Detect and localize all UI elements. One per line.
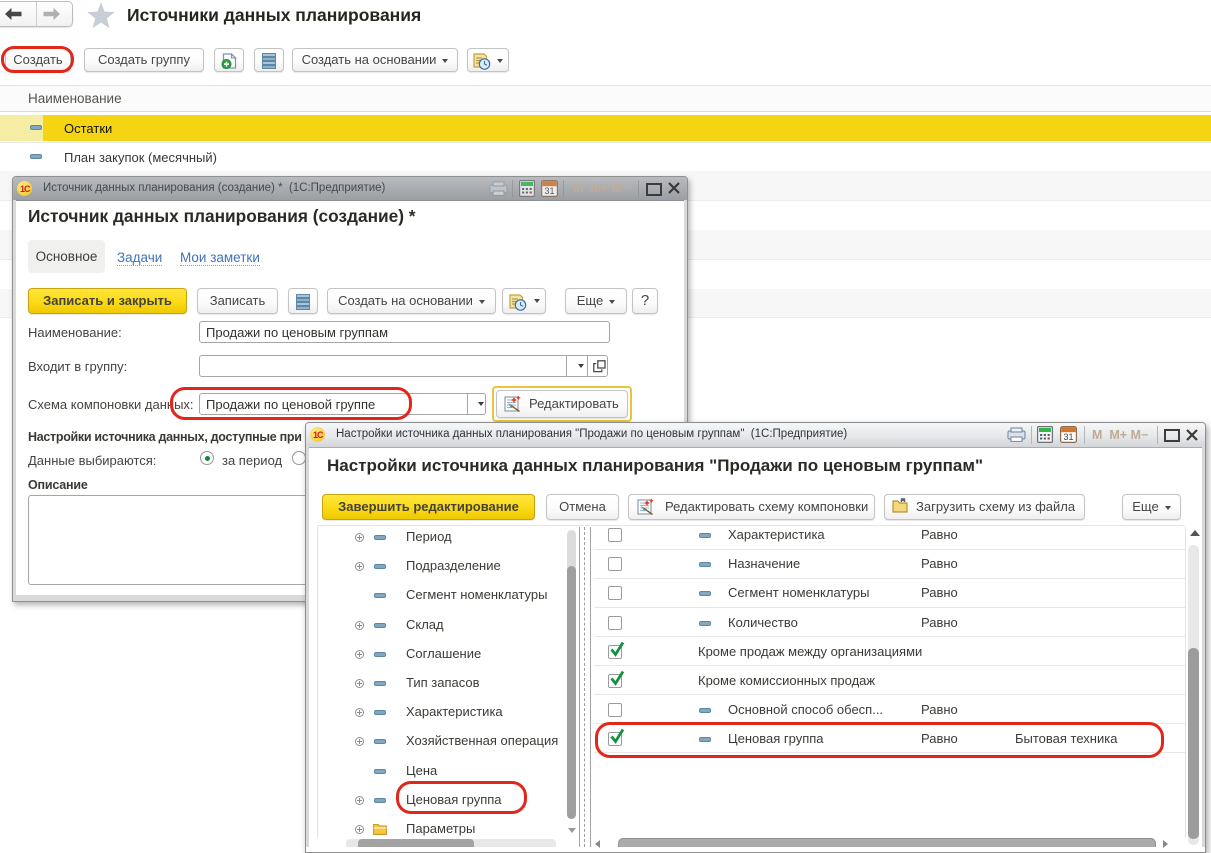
svg-text:31: 31 xyxy=(544,186,554,196)
